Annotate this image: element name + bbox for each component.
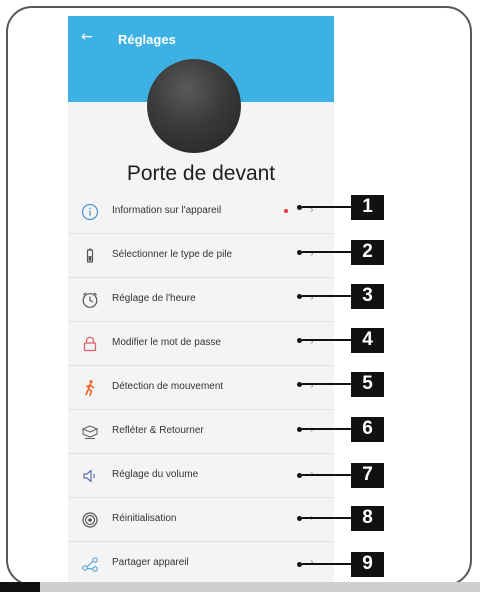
notification-dot: [284, 209, 288, 213]
chevron-right-icon: ›: [309, 247, 314, 260]
settings-item-label: Sélectionner le type de pile: [112, 249, 233, 260]
settings-item-label: Refléter & Retourner: [112, 425, 204, 436]
settings-item-label: Information sur l'appareil: [112, 205, 222, 216]
settings-item-label: Réinitialisation: [112, 513, 177, 524]
lock-icon: [80, 334, 100, 354]
chevron-right-icon: ›: [309, 203, 314, 216]
settings-list: Information sur l'appareil › Sélectionne…: [68, 190, 334, 582]
page-title: Réglages: [118, 32, 176, 47]
device-name: Porte de devant: [126, 162, 276, 185]
reset-icon: [80, 510, 100, 530]
flip-icon: [80, 422, 100, 442]
settings-item-reset[interactable]: Réinitialisation ›: [68, 498, 334, 542]
chevron-right-icon: ›: [309, 291, 314, 304]
settings-item-battery-type[interactable]: Sélectionner le type de pile ›: [68, 234, 334, 278]
arrow-left-icon[interactable]: ←: [81, 30, 93, 44]
settings-item-label: Détection de mouvement: [112, 381, 224, 392]
chevron-right-icon: ›: [309, 335, 314, 348]
settings-item-label: Modifier le mot de passe: [112, 337, 221, 348]
bottom-strip: [0, 582, 480, 592]
share-icon: [80, 554, 100, 574]
settings-item-share[interactable]: Partager appareil ›: [68, 542, 334, 582]
settings-item-label: Réglage du volume: [112, 469, 199, 480]
motion-icon: [80, 378, 100, 398]
settings-item-password[interactable]: Modifier le mot de passe ›: [68, 322, 334, 366]
settings-item-flip[interactable]: Refléter & Retourner ›: [68, 410, 334, 454]
bottom-strip-dark: [0, 582, 40, 592]
device-avatar: [147, 59, 241, 153]
info-icon: [80, 202, 100, 222]
chevron-right-icon: ›: [309, 379, 314, 392]
chevron-right-icon: ›: [309, 423, 314, 436]
settings-item-motion-detection[interactable]: Détection de mouvement ›: [68, 366, 334, 410]
settings-item-label: Partager appareil: [112, 557, 189, 568]
battery-icon: [80, 246, 100, 266]
chevron-right-icon: ›: [309, 511, 314, 524]
speaker-icon: [80, 466, 100, 486]
phone-screen: ← Réglages Porte de devant Information s…: [68, 16, 334, 582]
settings-item-device-info[interactable]: Information sur l'appareil ›: [68, 190, 334, 234]
chevron-right-icon: ›: [309, 555, 314, 568]
settings-item-volume[interactable]: Réglage du volume ›: [68, 454, 334, 498]
settings-item-time[interactable]: Réglage de l'heure ›: [68, 278, 334, 322]
clock-icon: [80, 290, 100, 310]
chevron-right-icon: ›: [309, 467, 314, 480]
settings-item-label: Réglage de l'heure: [112, 293, 196, 304]
